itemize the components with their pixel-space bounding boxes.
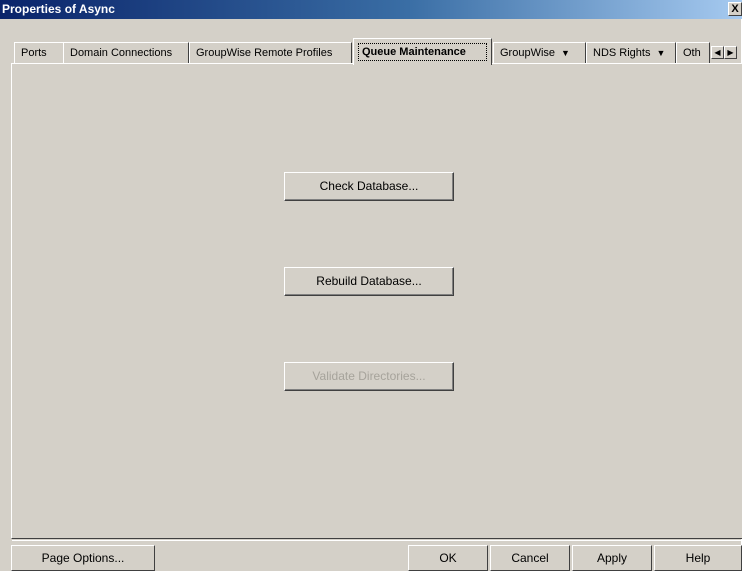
- dropdown-arrow-icon: ▼: [561, 48, 570, 58]
- rebuild-database-button[interactable]: Rebuild Database...: [284, 267, 454, 296]
- tab-label: Oth: [683, 47, 701, 59]
- tab-label: GroupWise: [500, 47, 556, 59]
- tab-groupwise-remote-profiles[interactable]: GroupWise Remote Profiles: [189, 42, 352, 63]
- tab-label: GroupWise Remote Profiles: [196, 47, 333, 59]
- dropdown-arrow-icon: ▼: [656, 48, 666, 58]
- button-label: Rebuild Database...: [316, 274, 422, 288]
- button-label: Page Options...: [41, 551, 125, 565]
- tab-other[interactable]: Oth: [676, 42, 710, 63]
- title-bar: Properties of Async X: [0, 0, 742, 19]
- scroll-left-icon[interactable]: ◀: [711, 46, 724, 59]
- help-button[interactable]: Help: [654, 545, 742, 571]
- tab-ports[interactable]: Ports: [14, 42, 64, 63]
- validate-directories-button[interactable]: Validate Directories...: [284, 362, 454, 391]
- button-label: Validate Directories...: [312, 369, 426, 383]
- tab-panel-queue-maintenance: [11, 63, 742, 539]
- close-button[interactable]: X: [728, 2, 742, 16]
- button-label: Help: [685, 551, 711, 565]
- tab-label: Domain Connections: [70, 47, 173, 59]
- footer-separator: [12, 540, 742, 541]
- tab-label: NDS Rights: [593, 47, 651, 59]
- button-label: Check Database...: [319, 179, 419, 193]
- ok-button[interactable]: OK: [408, 545, 488, 571]
- scroll-right-icon[interactable]: ▶: [724, 46, 737, 59]
- apply-button[interactable]: Apply: [572, 545, 652, 571]
- check-database-button[interactable]: Check Database...: [284, 172, 454, 201]
- properties-dialog: Properties of Async X Ports Domain Conne…: [0, 0, 742, 571]
- tab-strip: Ports Domain Connections GroupWise Remot…: [14, 38, 742, 65]
- close-icon: X: [731, 3, 739, 15]
- tab-nds-rights[interactable]: NDS Rights ▼: [586, 42, 676, 63]
- tab-groupwise[interactable]: GroupWise ▼: [493, 42, 586, 63]
- tab-label: Ports: [21, 47, 47, 59]
- tab-domain-connections[interactable]: Domain Connections: [63, 42, 189, 63]
- cancel-button[interactable]: Cancel: [490, 545, 570, 571]
- tab-queue-maintenance[interactable]: Queue Maintenance: [353, 38, 492, 65]
- button-label: Apply: [596, 551, 628, 565]
- tab-focus-rect: [358, 43, 487, 61]
- button-label: Cancel: [511, 551, 549, 565]
- page-options-button[interactable]: Page Options...: [11, 545, 155, 571]
- button-label: OK: [439, 551, 457, 565]
- window-title: Properties of Async: [2, 2, 115, 16]
